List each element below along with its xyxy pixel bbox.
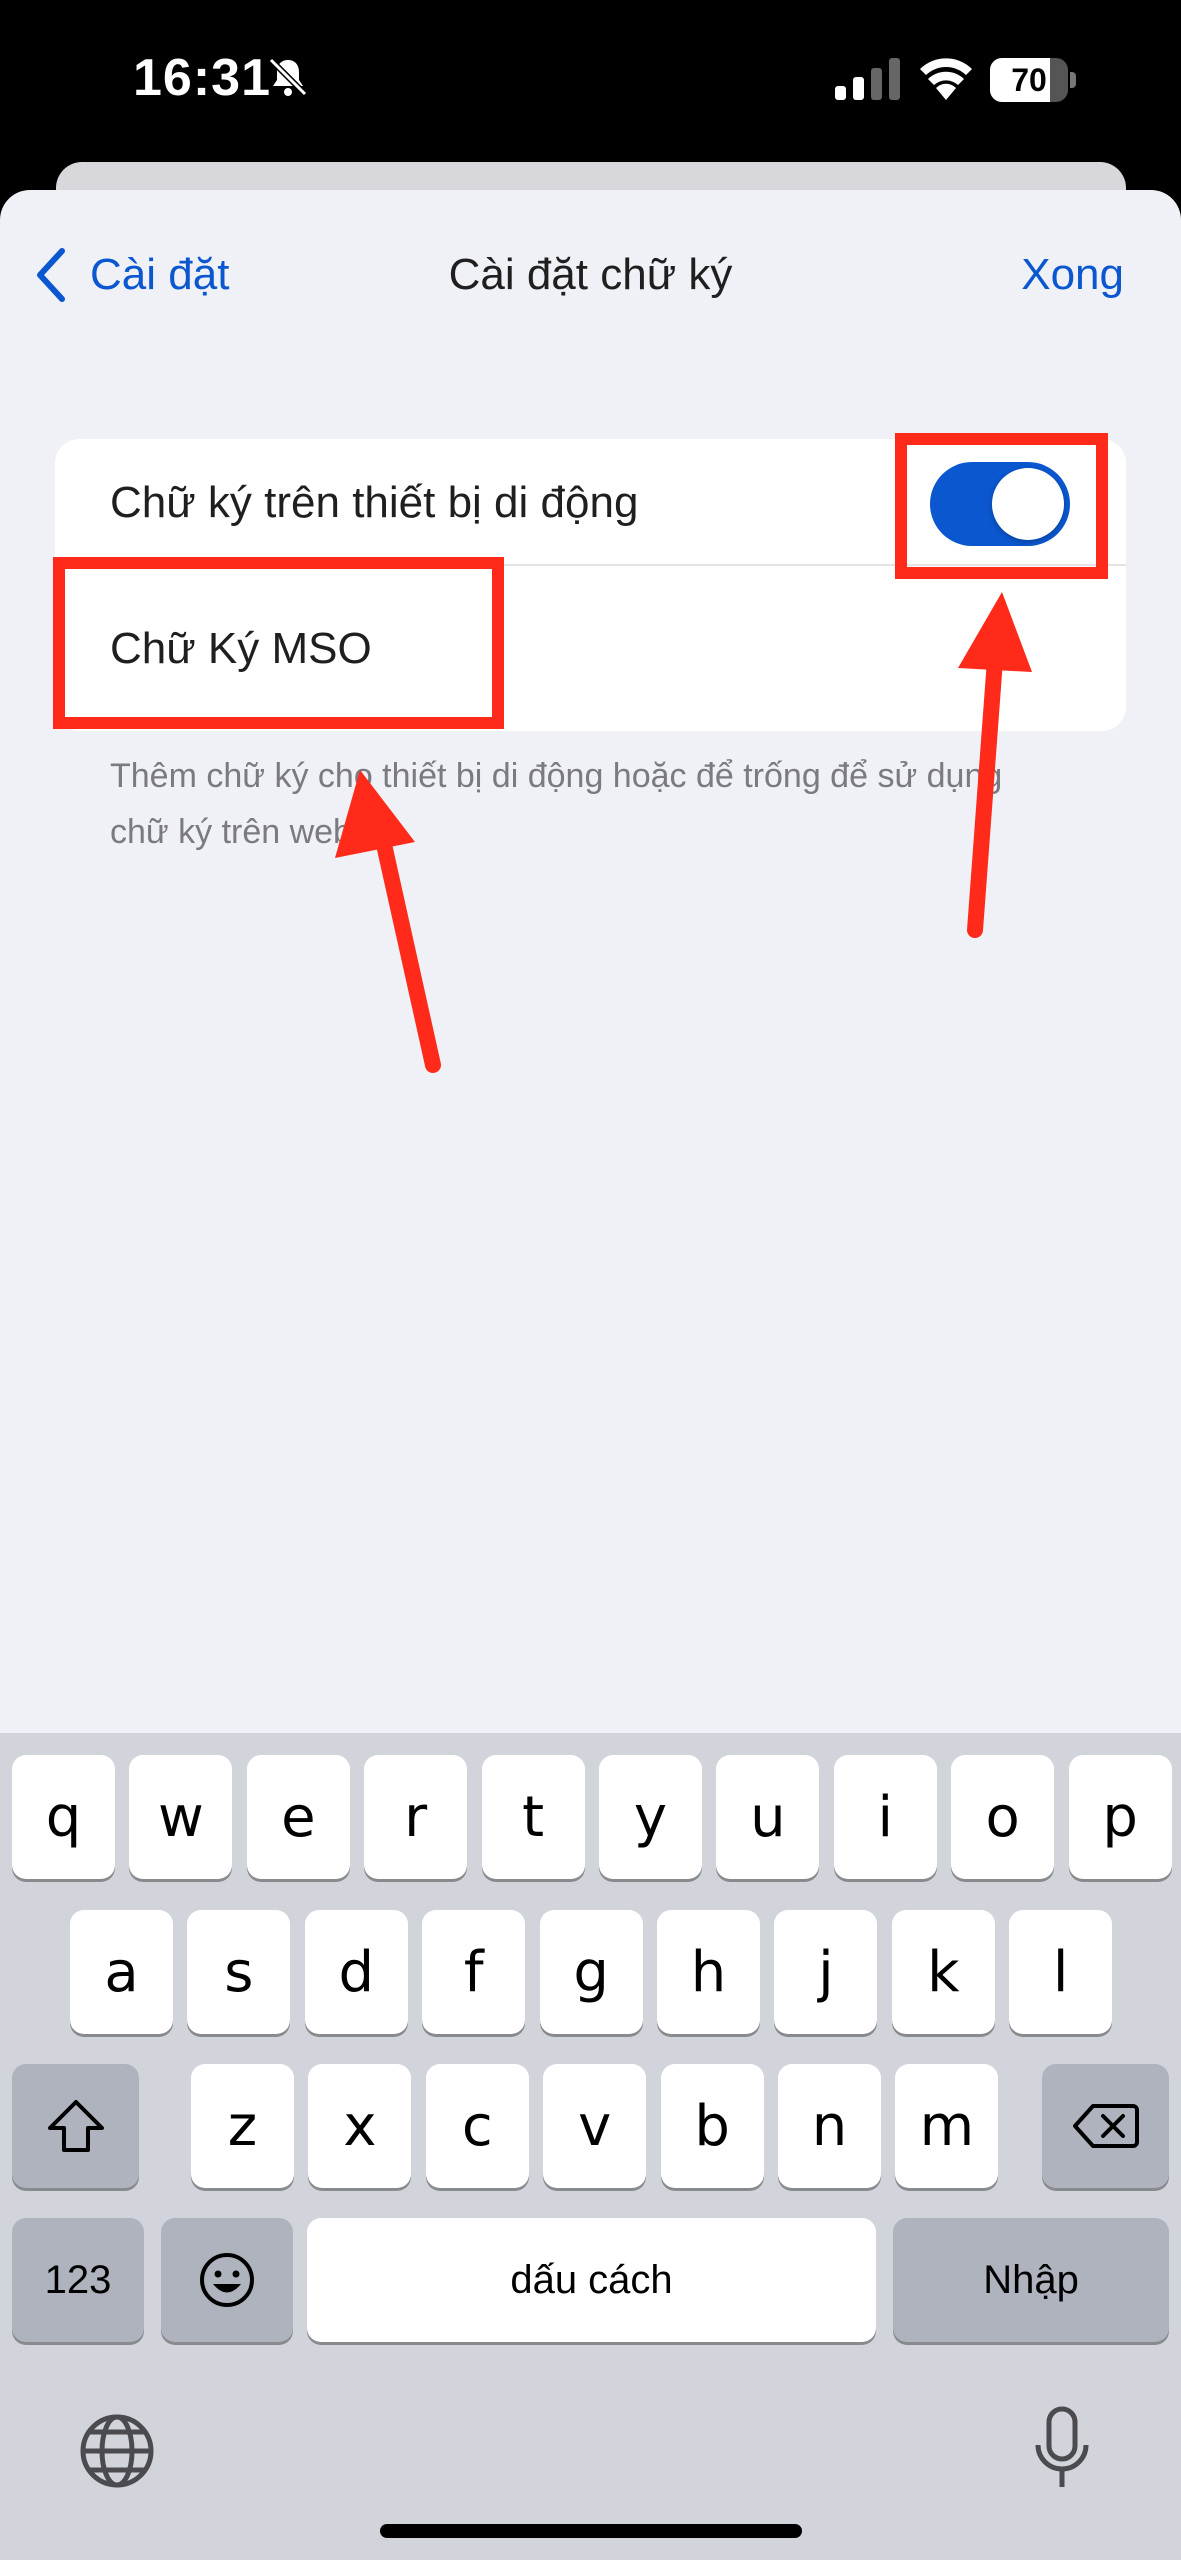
key-t[interactable]: t [481, 1755, 585, 1879]
key-j-label: j [818, 1939, 834, 2005]
key-c[interactable]: c [425, 2064, 529, 2188]
numbers-key-label: 123 [44, 2257, 112, 2302]
done-button[interactable]: Xong [1021, 240, 1124, 310]
key-d-label: d [338, 1939, 375, 2005]
key-l-label: l [1052, 1939, 1069, 2005]
key-w-label: w [157, 1784, 204, 1850]
key-n-label: n [811, 2093, 848, 2159]
wifi-icon [920, 58, 972, 100]
key-w[interactable]: w [129, 1755, 233, 1879]
cellular-signal-icon [835, 58, 900, 100]
key-o[interactable]: o [951, 1755, 1055, 1879]
bell-slash-icon [268, 57, 308, 97]
mobile-signature-toggle[interactable] [930, 462, 1070, 546]
key-i-label: i [877, 1784, 894, 1850]
key-n[interactable]: n [778, 2064, 881, 2188]
key-t-label: t [522, 1784, 545, 1850]
key-l[interactable]: l [1009, 1910, 1113, 2034]
key-s[interactable]: s [187, 1910, 291, 2034]
key-m-label: m [919, 2093, 975, 2159]
key-q-label: q [45, 1784, 82, 1850]
status-bar: 16:31 70 [0, 0, 1181, 160]
key-f-label: f [463, 1939, 484, 2005]
return-key-label: Nhập [983, 2257, 1079, 2302]
delete-key[interactable] [1042, 2064, 1169, 2188]
key-c-label: c [461, 2093, 493, 2159]
key-e[interactable]: e [246, 1755, 350, 1879]
key-m[interactable]: m [895, 2064, 999, 2188]
key-b[interactable]: b [660, 2064, 764, 2188]
toggle-knob [992, 468, 1064, 540]
battery-icon: 70 [990, 58, 1076, 102]
battery-level: 70 [1011, 62, 1047, 98]
return-key[interactable]: Nhập [893, 2218, 1169, 2342]
key-g-label: g [573, 1939, 609, 2005]
backspace-icon [1072, 2104, 1139, 2148]
globe-icon[interactable] [78, 2412, 156, 2490]
key-q[interactable]: q [12, 1755, 115, 1879]
key-e-label: e [281, 1784, 316, 1850]
key-k[interactable]: k [891, 1910, 995, 2034]
key-j[interactable]: j [774, 1910, 878, 2034]
key-h-label: h [690, 1939, 727, 2005]
key-v[interactable]: v [543, 2064, 647, 2188]
key-s-label: s [224, 1939, 254, 2005]
signature-input[interactable] [110, 566, 1090, 731]
status-time: 16:31 [133, 49, 271, 107]
shift-key[interactable] [12, 2064, 139, 2188]
key-p[interactable]: p [1068, 1755, 1172, 1879]
key-x-label: x [343, 2093, 377, 2159]
key-g[interactable]: g [539, 1910, 643, 2034]
mobile-signature-label: Chữ ký trên thiết bị di động [110, 478, 639, 527]
key-k-label: k [927, 1939, 960, 2005]
numbers-key[interactable]: 123 [12, 2218, 144, 2342]
key-u-label: u [750, 1784, 786, 1850]
space-key[interactable]: dấu cách [307, 2218, 876, 2342]
emoji-key[interactable] [161, 2218, 293, 2342]
key-h[interactable]: h [657, 1910, 760, 2034]
key-y[interactable]: y [599, 1755, 702, 1879]
key-a[interactable]: a [70, 1910, 173, 2034]
key-v-label: v [578, 2093, 612, 2159]
key-i[interactable]: i [833, 1755, 937, 1879]
emoji-icon [200, 2253, 254, 2307]
key-r-label: r [404, 1784, 428, 1850]
signature-card: Chữ ký trên thiết bị di động [55, 439, 1126, 731]
key-a-label: a [104, 1939, 139, 2005]
shift-icon [47, 2100, 104, 2152]
chevron-left-icon [37, 248, 65, 302]
microphone-icon[interactable] [1032, 2405, 1092, 2491]
back-button[interactable]: Cài đặt [34, 240, 229, 310]
key-b-label: b [694, 2093, 730, 2159]
key-r[interactable]: r [364, 1755, 468, 1879]
key-z-label: z [227, 2093, 258, 2159]
key-z[interactable]: z [191, 2064, 294, 2188]
key-p-label: p [1102, 1784, 1138, 1850]
key-d[interactable]: d [304, 1910, 408, 2034]
back-button-label: Cài đặt [90, 250, 230, 299]
key-x[interactable]: x [308, 2064, 412, 2188]
key-u[interactable]: u [716, 1755, 820, 1879]
key-f[interactable]: f [422, 1910, 526, 2034]
home-indicator [380, 2524, 802, 2538]
helper-text: Thêm chữ ký cho thiết bị di động hoặc để… [110, 757, 1003, 851]
mobile-signature-row: Chữ ký trên thiết bị di động [55, 439, 1126, 566]
key-y-label: y [633, 1784, 668, 1850]
key-o-label: o [985, 1784, 1020, 1850]
space-key-label: dấu cách [510, 2257, 673, 2302]
